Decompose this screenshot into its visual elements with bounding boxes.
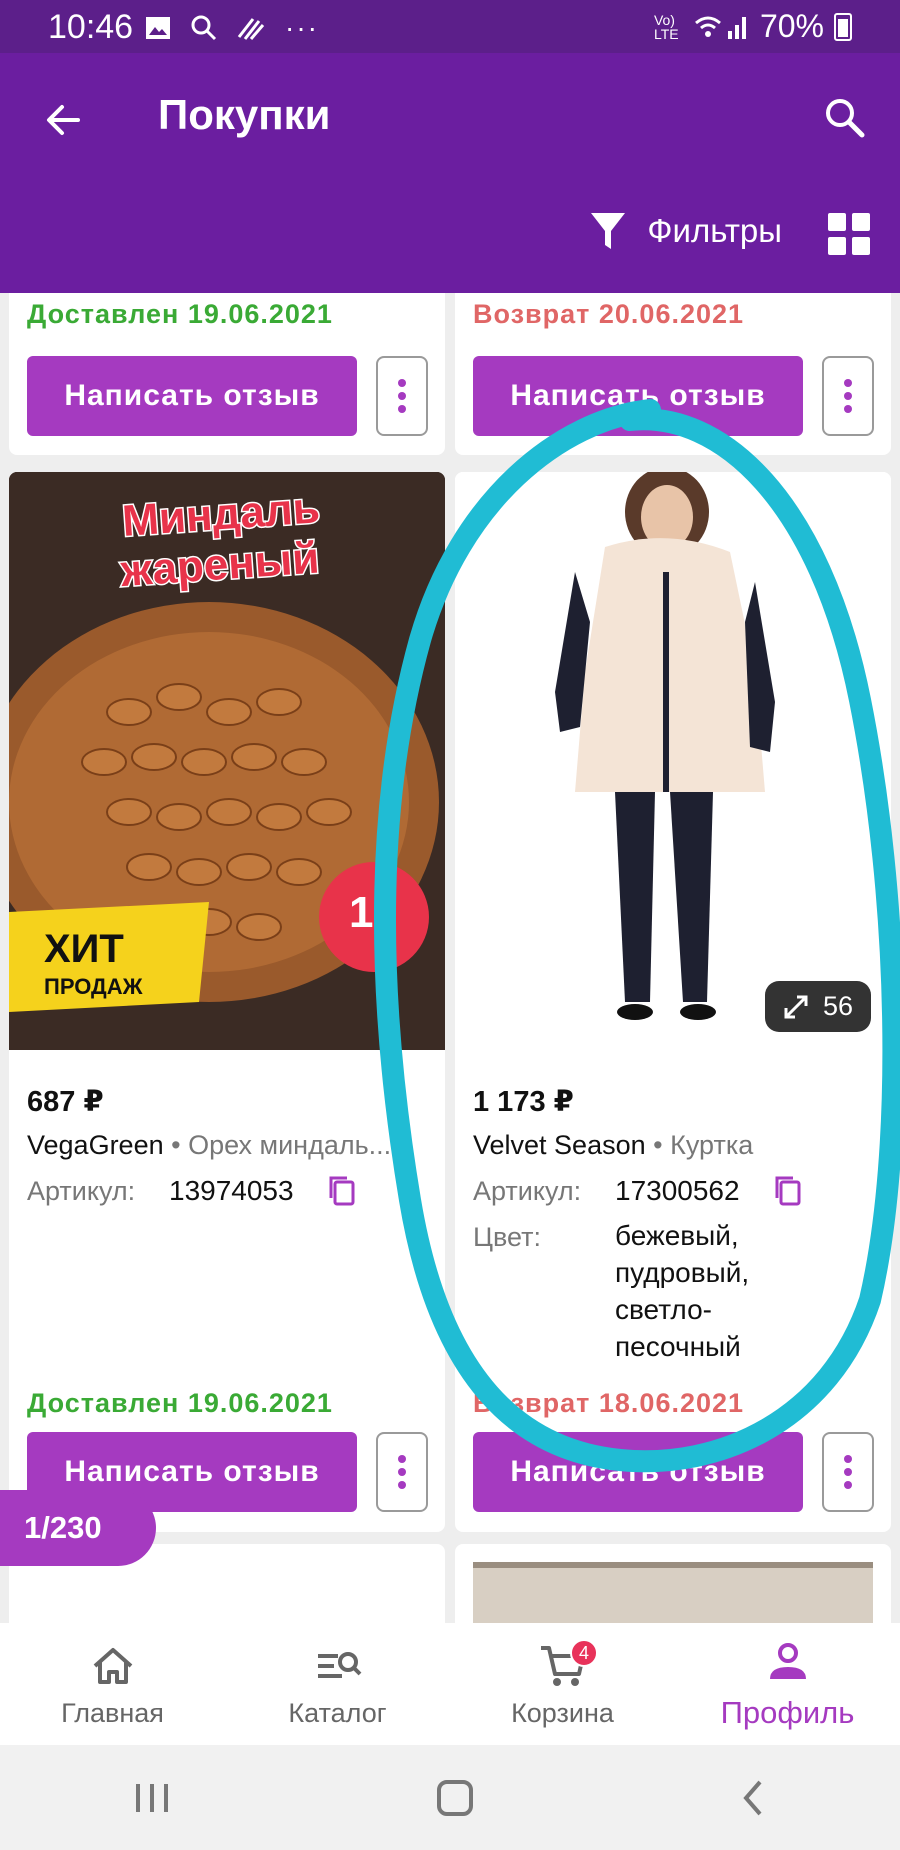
status-bar: 10:46 ··· Vo) LTE 70% <box>0 0 900 53</box>
image-icon <box>146 17 170 39</box>
home-button-icon[interactable] <box>435 1778 475 1818</box>
filter-icon <box>591 213 626 249</box>
write-review-button[interactable]: Написать отзыв <box>27 356 357 436</box>
product-card[interactable] <box>455 1544 891 1623</box>
back-button-icon[interactable] <box>738 1778 768 1818</box>
filters-label: Фильтры <box>647 212 782 249</box>
write-review-button[interactable]: Написать отзыв <box>473 356 803 436</box>
battery-percent: 70% <box>759 8 824 44</box>
grid-view-icon[interactable] <box>828 213 870 255</box>
app-notification-icon <box>237 18 265 40</box>
nav-item-catalog[interactable]: Каталог <box>225 1623 450 1745</box>
product-card[interactable]: Миндаль жареный ХИТ ПРОДАЖ 1 687 ₽ VegaG… <box>9 472 445 1532</box>
nav-label: Профиль <box>720 1695 855 1730</box>
catalog-icon <box>317 1651 361 1678</box>
more-notifications-icon: ··· <box>285 12 319 43</box>
product-image[interactable]: Миндаль жареный ХИТ ПРОДАЖ 1 <box>9 472 445 1050</box>
nav-label: Каталог <box>288 1697 387 1728</box>
product-price: 1 173 ₽ <box>473 1086 574 1118</box>
color-line: пудровый, <box>615 1257 750 1288</box>
product-category: • Орех миндаль... <box>171 1130 392 1160</box>
page-title: Покупки <box>158 91 331 138</box>
lte-icon: Vo) LTE <box>653 11 679 42</box>
filters-button[interactable]: Фильтры <box>589 211 782 251</box>
color-line: бежевый, <box>615 1220 739 1251</box>
color-label: Цвет: <box>473 1222 542 1252</box>
photo-count-badge[interactable]: 56 <box>764 981 871 1032</box>
write-review-button[interactable]: Написать отзыв <box>473 1432 803 1512</box>
svg-text:ПРОДАЖ: ПРОДАЖ <box>44 974 143 999</box>
more-options-button[interactable] <box>822 1432 874 1512</box>
return-status: Возврат 20.06.2021 <box>473 299 745 329</box>
more-options-button[interactable] <box>822 356 874 436</box>
delivery-status: Доставлен 19.06.2021 <box>27 1388 333 1418</box>
article-number: 13974053 <box>169 1175 294 1206</box>
search-icon[interactable] <box>820 93 870 143</box>
battery-icon <box>834 12 852 41</box>
cart-badge: 4 <box>570 1639 598 1667</box>
svg-text:1: 1 <box>349 888 373 937</box>
copy-icon[interactable] <box>327 1174 357 1208</box>
bottom-navigation: Главная Каталог 4 Корзина Профиль <box>0 1623 900 1745</box>
return-status: Возврат 18.06.2021 <box>473 1388 745 1418</box>
product-brand-line: VegaGreen • Орех миндаль... <box>27 1130 427 1161</box>
product-category: • Куртка <box>653 1130 754 1160</box>
product-image[interactable]: 56 <box>455 472 891 1050</box>
article-number: 17300562 <box>615 1175 740 1206</box>
recent-apps-icon[interactable] <box>132 1780 172 1816</box>
color-line: песочный <box>615 1331 741 1362</box>
product-card[interactable]: 56 1 173 ₽ Velvet Season • Куртка Артику… <box>455 472 891 1532</box>
search-small-icon <box>191 15 217 41</box>
home-icon <box>93 1647 132 1684</box>
product-image[interactable] <box>473 1562 873 1623</box>
product-card: Доставлен 19.06.2021 Написать отзыв <box>9 293 445 455</box>
jacket-image <box>455 472 891 1050</box>
almond-image: Миндаль жареный ХИТ ПРОДАЖ 1 <box>9 472 445 1050</box>
product-brand: VegaGreen <box>27 1130 164 1160</box>
expand-icon <box>784 995 808 1018</box>
color-line: светло- <box>615 1294 712 1325</box>
purchases-list: Доставлен 19.06.2021 Написать отзыв Возв… <box>0 293 900 1623</box>
photo-count: 56 <box>822 991 853 1021</box>
status-time: 10:46 <box>48 8 134 46</box>
profile-icon <box>769 1643 806 1679</box>
more-options-button[interactable] <box>376 1432 428 1512</box>
product-card: Возврат 20.06.2021 Написать отзыв <box>455 293 891 455</box>
copy-icon[interactable] <box>773 1174 803 1208</box>
nav-label: Корзина <box>511 1697 614 1728</box>
page-counter: 1/230 <box>0 1490 156 1566</box>
system-navigation <box>0 1745 900 1850</box>
status-notification-icons: ··· <box>145 12 319 44</box>
product-brand-line: Velvet Season • Куртка <box>473 1130 873 1161</box>
more-options-button[interactable] <box>376 356 428 436</box>
color-values: бежевый, пудровый, светло- песочный <box>615 1217 749 1365</box>
article-label: Артикул: <box>473 1176 582 1206</box>
app-bar: Покупки Фильтры <box>0 53 900 293</box>
status-right: Vo) LTE 70% <box>654 8 852 45</box>
product-brand: Velvet Season <box>473 1130 646 1160</box>
nav-item-profile[interactable]: Профиль <box>675 1623 900 1745</box>
title-overlay: Миндаль жареный <box>117 482 323 598</box>
nav-item-cart[interactable]: 4 Корзина <box>450 1623 675 1745</box>
screen: 10:46 ··· Vo) LTE 70% Покупки Фильтры До… <box>0 0 900 1850</box>
nav-label: Главная <box>61 1697 164 1728</box>
wifi-signal-icon <box>694 16 746 39</box>
article-label: Артикул: <box>27 1176 136 1206</box>
delivery-status: Доставлен 19.06.2021 <box>27 299 333 329</box>
back-arrow-icon[interactable] <box>38 95 88 145</box>
product-price: 687 ₽ <box>27 1086 104 1118</box>
nav-item-home[interactable]: Главная <box>0 1623 225 1745</box>
svg-text:ХИТ: ХИТ <box>44 927 124 971</box>
